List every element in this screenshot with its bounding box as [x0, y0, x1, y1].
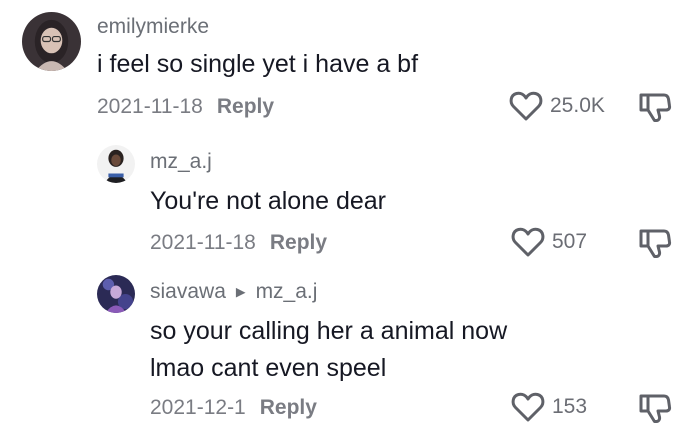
comment-text: lmao cant even speel — [150, 354, 387, 382]
thumbs-down-outline-icon — [639, 394, 672, 423]
avatar-image — [22, 12, 81, 71]
dislike-button[interactable] — [638, 226, 672, 260]
reply-button[interactable]: Reply — [217, 95, 274, 118]
reply-to-username[interactable]: mz_a.j — [256, 280, 318, 303]
comment-date: 2021-12-1 — [150, 396, 246, 419]
comment-text: so your calling her a animal now — [150, 317, 508, 345]
comment-text: i feel so single yet i have a bf — [97, 50, 419, 78]
comment-date: 2021-11-18 — [150, 231, 256, 254]
like-count: 153 — [552, 395, 588, 418]
avatar[interactable] — [22, 12, 81, 71]
username-text[interactable]: mz_a.j — [150, 150, 212, 173]
like-button[interactable]: 153 — [510, 391, 587, 423]
username[interactable]: mz_a.j — [150, 150, 212, 174]
username[interactable]: siavawa ▶ mz_a.j — [150, 280, 317, 304]
avatar-image — [97, 275, 135, 313]
avatar[interactable] — [97, 275, 135, 313]
comment-item: siavawa ▶ mz_a.j so your calling her a ani… — [0, 265, 700, 429]
dislike-button[interactable] — [638, 90, 672, 124]
like-count: 507 — [552, 230, 588, 253]
triangle-right-icon: ▶ — [235, 285, 246, 300]
username[interactable]: emilymierke — [97, 15, 209, 39]
like-count: 25.0K — [550, 94, 605, 117]
comment-item: mz_a.j You're not alone dear 2021-11-18 R… — [0, 135, 700, 265]
comment-item: emilymierke i feel so single yet i have … — [0, 0, 700, 130]
username-text[interactable]: emilymierke — [97, 15, 209, 38]
dislike-button[interactable] — [638, 391, 672, 425]
comment-date: 2021-11-18 — [97, 95, 203, 118]
comment-meta: 2021-11-18 Reply — [150, 231, 327, 255]
username-text[interactable]: siavawa — [150, 280, 226, 303]
comment-meta: 2021-12-1 Reply — [150, 396, 317, 420]
avatar[interactable] — [97, 145, 135, 183]
avatar-image — [97, 145, 135, 183]
comment-text: You're not alone dear — [150, 187, 386, 215]
thumbs-down-outline-icon — [639, 229, 672, 258]
heart-outline-icon — [509, 91, 543, 121]
reply-button[interactable]: Reply — [270, 231, 327, 254]
like-button[interactable]: 25.0K — [508, 90, 605, 122]
heart-outline-icon — [511, 392, 545, 422]
thumbs-down-outline-icon — [639, 93, 672, 122]
heart-outline-icon — [511, 227, 545, 257]
comment-meta: 2021-11-18 Reply — [97, 95, 274, 119]
like-button[interactable]: 507 — [510, 226, 587, 258]
reply-button[interactable]: Reply — [260, 396, 317, 419]
